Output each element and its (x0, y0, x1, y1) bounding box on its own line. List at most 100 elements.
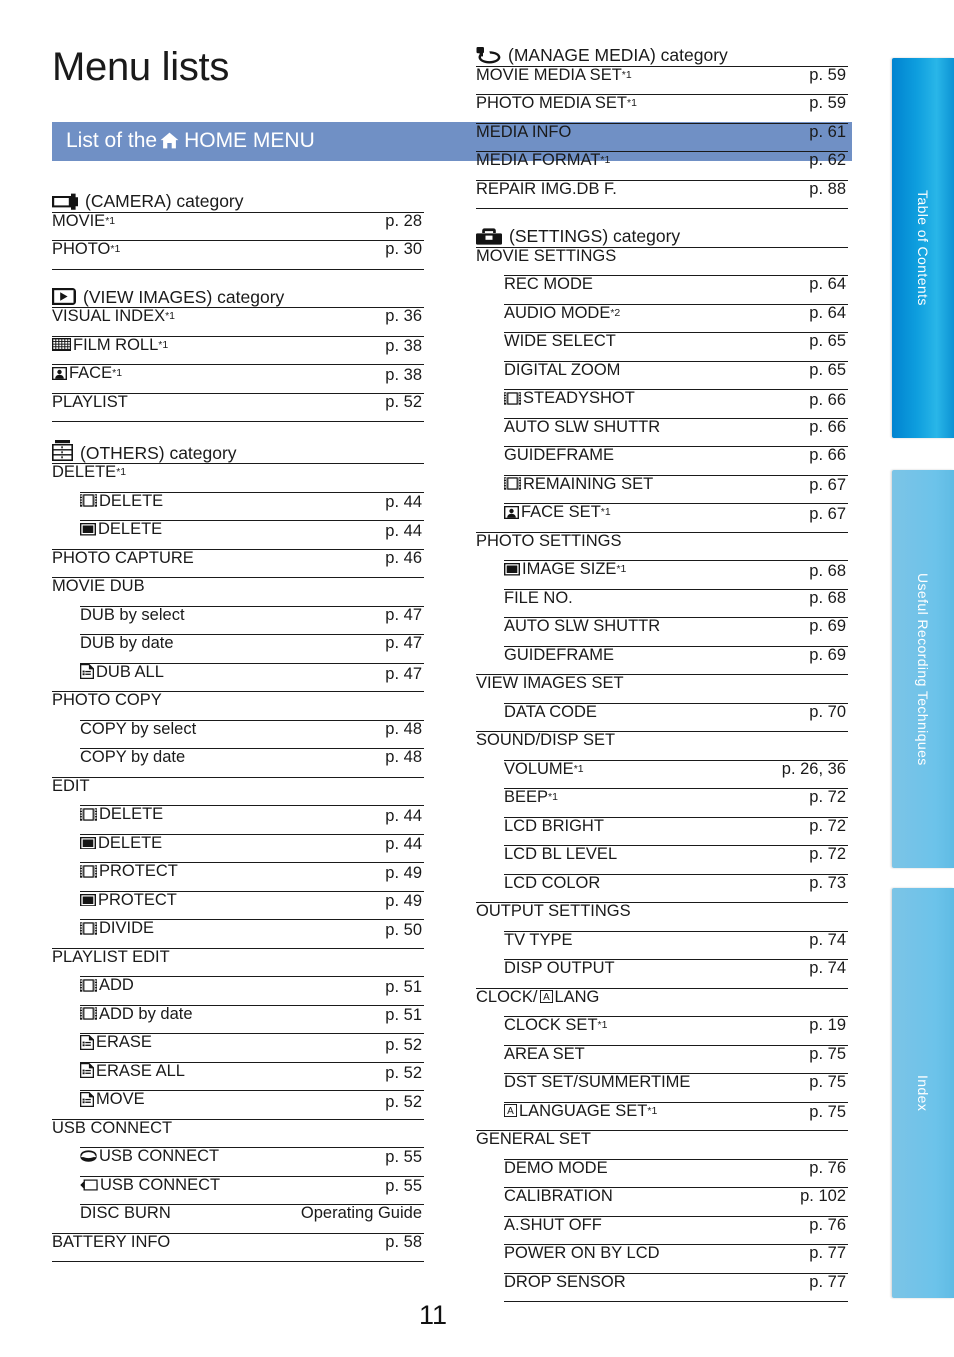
side-tab-index[interactable]: Index (892, 888, 954, 1298)
menu-row-label: DEMO MODE (504, 1158, 608, 1177)
menu-row-label-wrap: WIDE SELECT (504, 333, 616, 350)
menu-row: GENERAL SET (476, 1130, 848, 1159)
menu-row-label: DISC BURN (80, 1204, 171, 1222)
menu-row-label-wrap: MOVIE DUB (52, 578, 145, 595)
menu-row-label: DIGITAL ZOOM (504, 360, 621, 379)
menu-row-label-wrap: DELETE (80, 521, 162, 538)
menu-row-page: p. 59 (809, 65, 846, 84)
menu-row-label: MEDIA FORMAT (476, 151, 601, 169)
menu-row-label-wrap: POWER ON BY LCD (504, 1245, 660, 1262)
menu-row: USB CONNECT p. 55 (80, 1147, 424, 1176)
photo-icon (504, 563, 520, 576)
menu-row: DUB ALL p. 47 (80, 662, 424, 692)
menu-row-label: DATA CODE (504, 702, 597, 721)
menu-row-label: SOUND/DISP SET (476, 731, 616, 749)
menu-row-label-wrap: ERASE (80, 1034, 152, 1051)
movie-icon (80, 494, 97, 507)
menu-row: ADD by date p. 51 (80, 1004, 424, 1034)
menu-row: CALIBRATION p. 102 (504, 1187, 848, 1216)
menu-row-label-wrap: REPAIR IMG.DB F. (476, 179, 617, 198)
menu-row: MOVIE MEDIA SET *1 p. 59 (476, 65, 848, 95)
menu-row-label-wrap: A LANGUAGE SET *1 (504, 1102, 657, 1120)
menu-row: VIEW IMAGES SET (476, 674, 848, 703)
menu-row-page: p. 48 (385, 748, 422, 766)
menu-row: PROTECT p. 49 (80, 890, 424, 920)
menu-row: DELETE *1 (52, 463, 424, 492)
menu-row: COPY by select p. 48 (80, 719, 424, 749)
hdd-icon (80, 1150, 97, 1162)
category-heading: (MANAGE MEDIA) category (476, 46, 848, 66)
menu-row: PLAYLIST p. 52 (52, 392, 424, 422)
movie-icon (80, 865, 97, 878)
menu-row-page: p. 75 (809, 1073, 846, 1091)
menu-row: DST SET/SUMMERTIME p. 75 (504, 1073, 848, 1102)
menu-row-page: p. 72 (809, 816, 846, 835)
language-icon: A (504, 1104, 517, 1118)
menu-row: DIVIDE p. 50 (80, 919, 424, 948)
menu-row-page: p. 72 (809, 845, 846, 863)
menu-row-label-wrap: ADD by date (80, 1004, 193, 1023)
category-label: (OTHERS) category (80, 442, 237, 463)
menu-row-page: p. 64 (809, 303, 846, 322)
menu-row-label-wrap: GUIDEFRAME (504, 447, 614, 464)
menu-row-page: p. 88 (809, 179, 846, 198)
menu-row-label: VISUAL INDEX (52, 307, 166, 325)
film-roll-icon (52, 338, 71, 352)
menu-row-label: LCD BRIGHT (504, 816, 604, 835)
menu-row: A LANGUAGE SET *1 p. 75 (504, 1101, 848, 1131)
face-icon (504, 505, 519, 519)
menu-row-label: WIDE SELECT (504, 332, 616, 350)
movie-icon (504, 477, 521, 490)
menu-row-label: REPAIR IMG.DB F. (476, 179, 617, 198)
menu-row-label-wrap: PHOTO COPY (52, 692, 162, 709)
menu-row-label: COPY by date (80, 748, 186, 766)
menu-row-label-wrap: PROTECT (80, 863, 178, 880)
menu-row-page: p. 65 (809, 360, 846, 379)
category-label: (VIEW IMAGES) category (83, 286, 285, 307)
document-page: Menu lists List of the HOME MENU (CAMERA)… (0, 0, 954, 1357)
menu-row-label: ADD by date (99, 1004, 193, 1023)
menu-row-label-wrap: ERASE ALL (80, 1062, 185, 1080)
playlist-icon (80, 664, 94, 680)
menu-row-page: p. 52 (385, 1064, 422, 1083)
menu-row-page: p. 59 (809, 94, 846, 112)
menu-row-label-wrap: PHOTO *1 (52, 240, 121, 258)
menu-row: LCD COLOR p. 73 (504, 873, 848, 903)
menu-row-label: DUB ALL (96, 662, 164, 681)
menu-row-label: DST SET/SUMMERTIME (504, 1073, 691, 1091)
menu-row: DISC BURN Operating Guide (80, 1204, 424, 1233)
menu-row-label: GUIDEFRAME (504, 446, 615, 464)
menu-row-label: MOVIE MEDIA SET (476, 65, 622, 84)
menu-row-label: FACE (69, 364, 113, 382)
menu-row: A.SHUT OFF p. 76 (504, 1215, 848, 1245)
menu-row-label-wrap: DST SET/SUMMERTIME (504, 1074, 690, 1091)
menu-row-label: ADD (99, 976, 134, 994)
menu-row-label-wrap: FILE NO. (504, 589, 573, 607)
menu-row-label-wrap: AUTO SLW SHUTTR (504, 418, 660, 436)
toolbox-icon (476, 227, 502, 245)
menu-row-label: PLAYLIST (52, 392, 128, 411)
photo-icon (80, 836, 96, 849)
menu-row-label-wrap: MOVIE SETTINGS (476, 247, 616, 265)
menu-row-label: DUB by select (80, 605, 185, 624)
side-tab-useful-recording-techniques[interactable]: Useful Recording Techniques (892, 470, 954, 868)
menu-row: BATTERY INFO p. 58 (52, 1232, 424, 1262)
menu-row-label: DELETE (98, 833, 163, 852)
movie-icon (80, 979, 97, 992)
menu-row-label: AUDIO MODE (504, 303, 611, 322)
side-tab-table-of-contents[interactable]: Table of Contents (892, 58, 954, 438)
menu-row-page: p. 75 (809, 1103, 846, 1122)
menu-row-label-wrap: DELETE (80, 833, 163, 852)
menu-row-label-wrap: DELETE *1 (52, 463, 127, 481)
menu-row-page: p. 58 (385, 1232, 422, 1251)
menu-row-label-wrap: USB CONNECT (52, 1118, 173, 1137)
menu-row-label: PROTECT (99, 862, 178, 880)
menu-row-label-wrap: MEDIA INFO (476, 123, 571, 141)
menu-row-label-wrap: VOLUME *1 (504, 759, 584, 778)
menu-row-label: USB CONNECT (52, 1118, 173, 1137)
photo-icon (80, 523, 96, 536)
camera-icon (52, 193, 78, 210)
menu-row-label: DISP OUTPUT (504, 959, 615, 977)
menu-row-label-wrap: MOVIE *1 (52, 211, 116, 230)
